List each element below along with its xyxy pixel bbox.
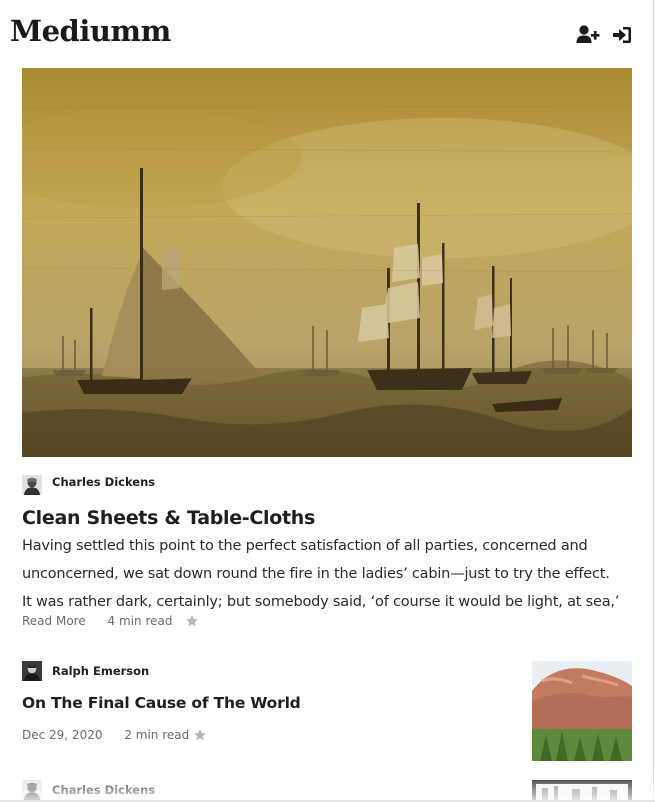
excerpt-line: It was rather dark, certainly; but someb… bbox=[22, 594, 620, 610]
read-time: 2 min read bbox=[124, 728, 190, 742]
read-time: 4 min read bbox=[107, 614, 173, 628]
author-name[interactable]: Charles Dickens bbox=[52, 475, 155, 489]
scrollbar-track[interactable] bbox=[653, 0, 654, 802]
read-more-link[interactable]: Read More bbox=[22, 614, 86, 628]
featured-article-excerpt: Having settled this point to the perfect… bbox=[22, 532, 642, 616]
author-avatar[interactable] bbox=[22, 475, 42, 495]
article-meta: Dec 29, 2020 2 min read bbox=[22, 728, 189, 742]
top-header: Mediumm bbox=[0, 0, 655, 66]
featured-meta: Read More 4 min read bbox=[22, 614, 172, 628]
article-thumbnail-photo[interactable] bbox=[532, 780, 632, 802]
app-logo[interactable]: Mediumm bbox=[10, 14, 171, 48]
featured-article-title[interactable]: Clean Sheets & Table-Cloths bbox=[22, 507, 315, 529]
article-thumbnail-cliff[interactable] bbox=[532, 661, 632, 761]
bookmark-star-icon[interactable] bbox=[185, 614, 199, 628]
bookmark-star-icon[interactable] bbox=[193, 728, 207, 742]
author-avatar[interactable] bbox=[22, 780, 42, 800]
publish-date: Dec 29, 2020 bbox=[22, 728, 103, 742]
excerpt-line: Having settled this point to the perfect… bbox=[22, 538, 588, 554]
sign-in-icon[interactable] bbox=[612, 24, 636, 46]
excerpt-line: unconcerned, we sat down round the fire … bbox=[22, 566, 610, 582]
add-user-icon[interactable] bbox=[576, 24, 600, 46]
author-avatar[interactable] bbox=[22, 661, 42, 681]
author-name[interactable]: Charles Dickens bbox=[52, 783, 155, 797]
author-name[interactable]: Ralph Emerson bbox=[52, 664, 149, 678]
featured-image-sailing-ships[interactable] bbox=[22, 68, 632, 457]
article-title[interactable]: On The Final Cause of The World bbox=[22, 694, 301, 712]
